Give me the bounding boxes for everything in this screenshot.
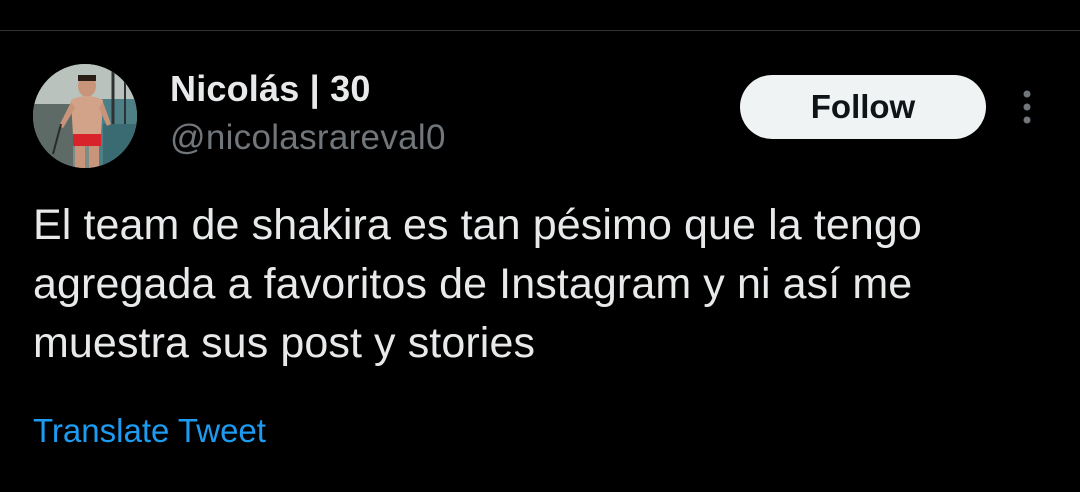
top-divider — [0, 30, 1080, 31]
avatar[interactable] — [33, 64, 137, 168]
tweet-text: El team de shakira es tan pésimo que la … — [33, 201, 922, 367]
more-vertical-icon[interactable] — [1012, 88, 1042, 128]
author-handle[interactable]: @nicolasrareval0 — [170, 118, 446, 158]
follow-button[interactable]: Follow — [740, 75, 986, 139]
translate-tweet-link[interactable]: Translate Tweet — [33, 412, 266, 450]
avatar-photo — [33, 64, 137, 168]
author-display-name[interactable]: Nicolás | 30 — [170, 68, 371, 110]
